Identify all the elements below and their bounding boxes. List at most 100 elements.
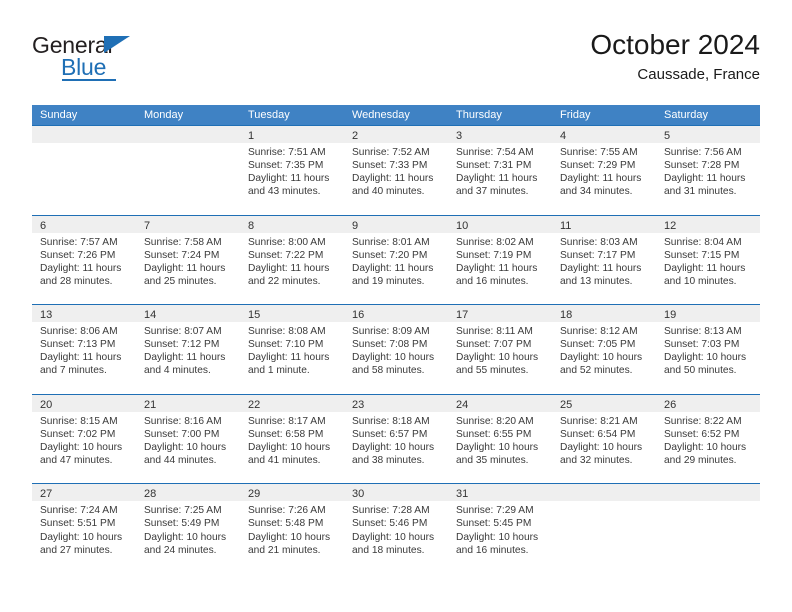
day-cell[interactable]: 17 Sunrise: 8:11 AM Sunset: 7:07 PM Dayligh… [448, 305, 552, 394]
day-cell[interactable]: 16 Sunrise: 8:09 AM Sunset: 7:08 PM Dayligh… [344, 305, 448, 394]
daylight-text-line1: Daylight: 11 hours [456, 262, 538, 274]
sunset-text: Sunset: 6:54 PM [560, 428, 636, 440]
day-cell[interactable]: 15 Sunrise: 8:08 AM Sunset: 7:10 PM Dayligh… [240, 305, 344, 394]
day-cell[interactable]: 1 Sunrise: 7:51 AM Sunset: 7:35 PM Daylight… [240, 126, 344, 215]
daylight-text-line1: Daylight: 11 hours [40, 262, 122, 274]
day-number-band: 15 [240, 305, 344, 323]
day-cell[interactable]: 13 Sunrise: 8:06 AM Sunset: 7:13 PM Dayligh… [32, 305, 136, 394]
sunset-text: Sunset: 7:07 PM [456, 339, 532, 351]
day-number: 30 [352, 488, 365, 501]
day-details: Sunrise: 7:54 AM Sunset: 7:31 PM Daylight:… [448, 143, 552, 199]
day-cell[interactable]: 26 Sunrise: 8:22 AM Sunset: 6:52 PM Dayligh… [656, 394, 760, 484]
daylight-text-line1: Daylight: 11 hours [144, 352, 226, 364]
weekday-header-row: Sunday Monday Tuesday Wednesday Thursday Frid… [32, 105, 760, 125]
day-cell[interactable]: 19 Sunrise: 8:13 AM Sunset: 7:03 PM Dayligh… [656, 305, 760, 394]
week-row: 27 Sunrise: 7:24 AM Sunset: 5:51 PM Dayligh… [32, 483, 760, 573]
weekday-header-thursday: Thursday [456, 109, 502, 121]
daylight-text-line1: Daylight: 10 hours [456, 352, 539, 364]
day-details: Sunrise: 8:18 AM Sunset: 6:57 PM Daylight:… [344, 411, 448, 468]
daylight-text-line2: and 13 minutes. [560, 275, 633, 287]
weekday-header-monday: Monday [144, 109, 184, 121]
day-number-band: 3 [448, 126, 552, 143]
day-number: 27 [40, 488, 53, 501]
day-cell[interactable]: 5 Sunrise: 7:56 AM Sunset: 7:28 PM Daylight… [656, 126, 760, 215]
page-title: October 2024 [590, 29, 760, 60]
daylight-text-line2: and 19 minutes. [352, 275, 425, 287]
day-details: Sunrise: 7:29 AM Sunset: 5:45 PM Daylight:… [448, 501, 552, 557]
sunset-text: Sunset: 7:24 PM [144, 249, 220, 261]
logo-text-blue: Blue [61, 54, 107, 80]
sunset-text: Sunset: 5:45 PM [456, 518, 532, 530]
day-cell[interactable]: 4 Sunrise: 7:55 AM Sunset: 7:29 PM Daylight… [552, 126, 656, 215]
day-number: 19 [664, 309, 677, 322]
day-number: 9 [352, 219, 359, 232]
day-cell[interactable]: 12 Sunrise: 8:04 AM Sunset: 7:15 PM Dayligh… [656, 215, 760, 305]
day-number-band: 27 [32, 484, 136, 502]
day-cell[interactable]: 30 Sunrise: 7:28 AM Sunset: 5:46 PM Dayligh… [344, 484, 448, 573]
sunset-text: Sunset: 7:10 PM [248, 339, 324, 351]
day-cell[interactable]: 8 Sunrise: 8:00 AM Sunset: 7:22 PM Daylight… [240, 215, 344, 305]
daylight-text-line2: and 43 minutes. [248, 186, 321, 198]
day-cell-empty [552, 484, 656, 573]
day-cell[interactable]: 3 Sunrise: 7:54 AM Sunset: 7:31 PM Daylight… [448, 126, 552, 215]
sunrise-text: Sunrise: 7:57 AM [40, 236, 118, 248]
sunrise-text: Sunrise: 7:29 AM [456, 505, 534, 517]
day-cell[interactable]: 20 Sunrise: 8:15 AM Sunset: 7:02 PM Dayligh… [32, 394, 136, 484]
calendar-weeks: 1 Sunrise: 7:51 AM Sunset: 7:35 PM Daylight… [32, 125, 760, 573]
daylight-text-line1: Daylight: 10 hours [664, 352, 747, 364]
day-cell[interactable]: 29 Sunrise: 7:26 AM Sunset: 5:48 PM Dayligh… [240, 484, 344, 573]
daylight-text-line2: and 4 minutes. [144, 365, 211, 377]
sunset-text: Sunset: 7:03 PM [664, 339, 740, 351]
day-number: 24 [456, 398, 469, 411]
general-blue-logo[interactable]: General Blue [32, 32, 212, 88]
sunset-text: Sunset: 7:28 PM [664, 160, 740, 172]
sunset-text: Sunset: 7:22 PM [248, 249, 324, 261]
day-number-band: 20 [32, 394, 136, 412]
day-details: Sunrise: 8:06 AM Sunset: 7:13 PM Daylight:… [32, 322, 136, 378]
sunset-text: Sunset: 7:08 PM [352, 339, 428, 351]
day-number-band: 13 [32, 305, 136, 323]
day-details: Sunrise: 7:52 AM Sunset: 7:33 PM Daylight:… [344, 143, 448, 199]
day-cell[interactable]: 6 Sunrise: 7:57 AM Sunset: 7:26 PM Daylight… [32, 215, 136, 305]
day-number-band: 29 [240, 484, 344, 502]
day-cell[interactable]: 22 Sunrise: 8:17 AM Sunset: 6:58 PM Dayligh… [240, 394, 344, 484]
sunset-text: Sunset: 5:51 PM [40, 518, 116, 530]
sunrise-text: Sunrise: 7:26 AM [248, 505, 326, 517]
daylight-text-line2: and 27 minutes. [40, 544, 113, 556]
day-details: Sunrise: 8:17 AM Sunset: 6:58 PM Daylight:… [240, 411, 344, 468]
sunrise-text: Sunrise: 8:08 AM [248, 326, 326, 338]
sunrise-text: Sunrise: 8:03 AM [560, 236, 638, 248]
day-cell[interactable]: 24 Sunrise: 8:20 AM Sunset: 6:55 PM Dayligh… [448, 394, 552, 484]
day-cell[interactable]: 2 Sunrise: 7:52 AM Sunset: 7:33 PM Daylight… [344, 126, 448, 215]
daylight-text-line1: Daylight: 11 hours [352, 173, 434, 185]
day-details: Sunrise: 8:12 AM Sunset: 7:05 PM Daylight:… [552, 322, 656, 378]
day-cell[interactable]: 11 Sunrise: 8:03 AM Sunset: 7:17 PM Dayligh… [552, 215, 656, 305]
week-row: 20 Sunrise: 8:15 AM Sunset: 7:02 PM Dayligh… [32, 393, 760, 484]
day-cell[interactable]: 31 Sunrise: 7:29 AM Sunset: 5:45 PM Dayligh… [448, 484, 552, 573]
day-cell-empty [32, 126, 136, 215]
day-cell[interactable]: 23 Sunrise: 8:18 AM Sunset: 6:57 PM Dayligh… [344, 394, 448, 484]
day-cell[interactable]: 28 Sunrise: 7:25 AM Sunset: 5:49 PM Dayligh… [136, 484, 240, 573]
daylight-text-line1: Daylight: 10 hours [248, 531, 331, 543]
daylight-text-line2: and 47 minutes. [40, 455, 113, 467]
day-number: 18 [560, 309, 573, 322]
day-cell[interactable]: 7 Sunrise: 7:58 AM Sunset: 7:24 PM Daylight… [136, 215, 240, 305]
weekday-header-wednesday: Wednesday [352, 109, 410, 121]
day-number-band: 6 [32, 215, 136, 233]
day-details: Sunrise: 7:58 AM Sunset: 7:24 PM Daylight:… [136, 232, 240, 288]
sunset-text: Sunset: 7:13 PM [40, 339, 116, 351]
day-number-band: 9 [344, 215, 448, 233]
day-cell[interactable]: 9 Sunrise: 8:01 AM Sunset: 7:20 PM Daylight… [344, 215, 448, 305]
day-details: Sunrise: 8:01 AM Sunset: 7:20 PM Daylight:… [344, 232, 448, 288]
day-details: Sunrise: 8:09 AM Sunset: 7:08 PM Daylight:… [344, 322, 448, 378]
day-cell[interactable]: 18 Sunrise: 8:12 AM Sunset: 7:05 PM Dayligh… [552, 305, 656, 394]
day-cell[interactable]: 10 Sunrise: 8:02 AM Sunset: 7:19 PM Dayligh… [448, 215, 552, 305]
sunrise-text: Sunrise: 8:02 AM [456, 236, 534, 248]
daylight-text-line2: and 34 minutes. [560, 186, 633, 198]
day-details: Sunrise: 8:20 AM Sunset: 6:55 PM Daylight:… [448, 411, 552, 468]
day-cell[interactable]: 27 Sunrise: 7:24 AM Sunset: 5:51 PM Dayligh… [32, 484, 136, 573]
day-cell[interactable]: 21 Sunrise: 8:16 AM Sunset: 7:00 PM Dayligh… [136, 394, 240, 484]
daylight-text-line2: and 31 minutes. [664, 186, 737, 198]
day-cell[interactable]: 25 Sunrise: 8:21 AM Sunset: 6:54 PM Dayligh… [552, 394, 656, 484]
day-cell[interactable]: 14 Sunrise: 8:07 AM Sunset: 7:12 PM Dayligh… [136, 305, 240, 394]
